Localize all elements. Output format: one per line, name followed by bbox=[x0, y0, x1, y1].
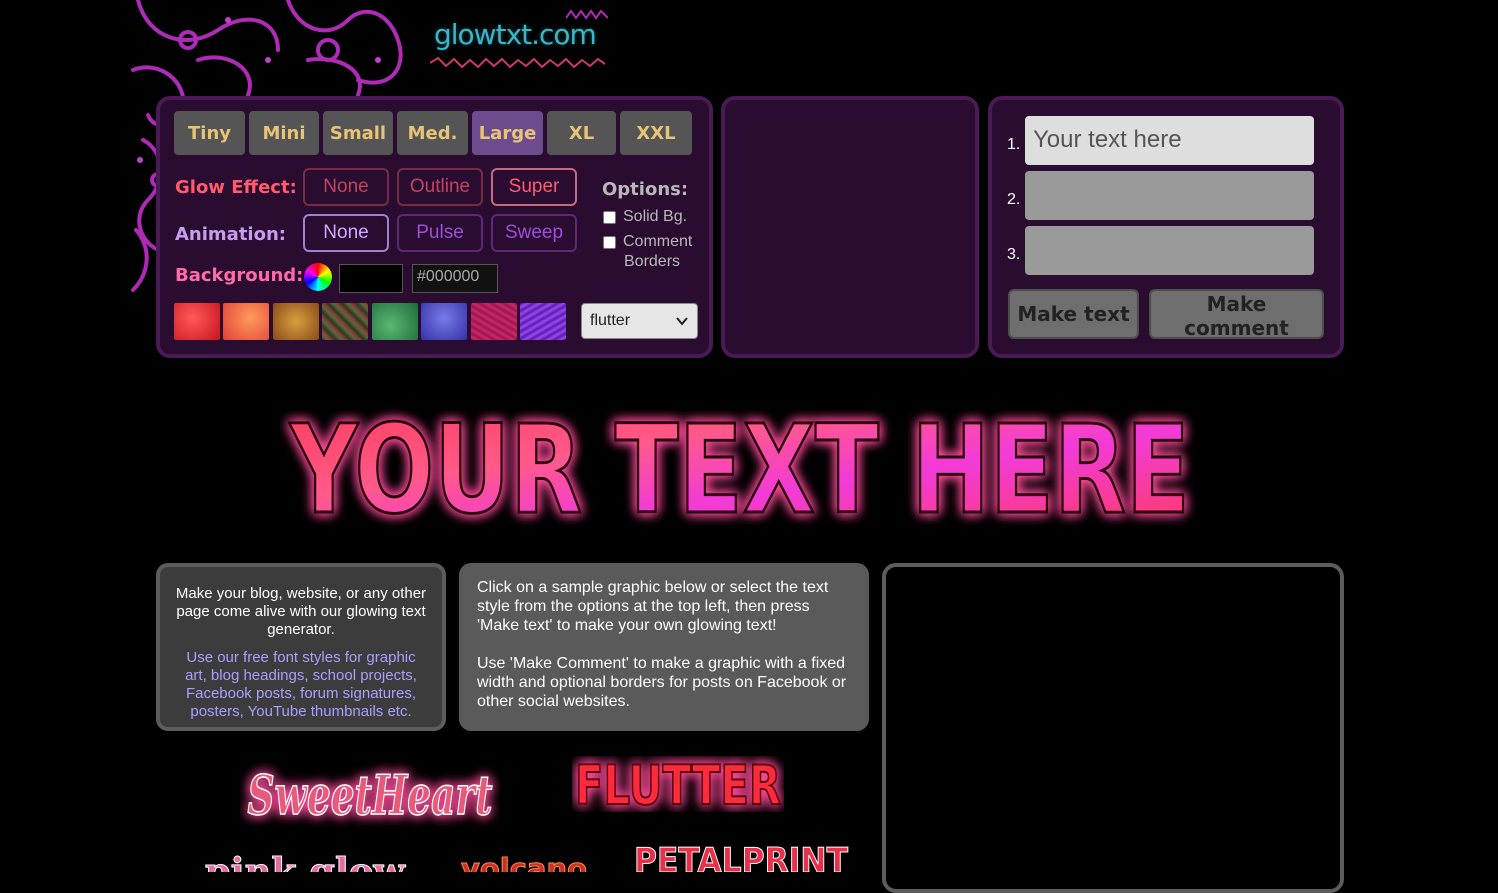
intro-text: Make your blog, website, or any other pa… bbox=[175, 585, 427, 638]
animation-none-button[interactable]: None bbox=[303, 214, 389, 252]
usage-text: Use our free font styles for graphic art… bbox=[185, 649, 417, 720]
sample-flutter[interactable]: FLUTTER bbox=[572, 756, 784, 812]
sample-sweetheart-text: SweetHeart bbox=[248, 763, 493, 827]
intro-box: Make your blog, website, or any other pa… bbox=[156, 563, 446, 731]
texture-swatch-camo[interactable] bbox=[322, 303, 368, 340]
solid-bg-checkbox[interactable] bbox=[603, 211, 616, 224]
solid-bg-label: Solid Bg. bbox=[623, 208, 688, 225]
comment-borders-checkbox[interactable] bbox=[603, 236, 616, 249]
text-line-1-input[interactable]: Your text here bbox=[1025, 116, 1314, 165]
glow-effect-label: Glow Effect: bbox=[175, 177, 297, 198]
sample-sweetheart[interactable]: SweetHeart bbox=[240, 750, 500, 832]
glowing-text-preview: YOUR TEXT HERE bbox=[287, 400, 1192, 530]
background-hex-input[interactable]: #000000 bbox=[412, 264, 498, 293]
preview-side-panel bbox=[721, 96, 979, 358]
size-xl-button[interactable]: XL bbox=[547, 111, 616, 155]
instructions-box: Click on a sample graphic below or selec… bbox=[459, 563, 869, 731]
line-number-1: 1. bbox=[1007, 136, 1021, 153]
sample-petalprint[interactable]: PETALPRINT bbox=[632, 838, 850, 873]
color-wheel-icon[interactable] bbox=[304, 263, 332, 291]
sample-volcano-text: volcano bbox=[461, 852, 587, 872]
texture-swatch-orange[interactable] bbox=[223, 303, 269, 340]
sample-petalprint-text: PETALPRINT bbox=[634, 841, 849, 872]
make-comment-button[interactable]: Make comment bbox=[1149, 289, 1324, 340]
animation-sweep-button[interactable]: Sweep bbox=[491, 214, 577, 252]
texture-swatch-purple[interactable] bbox=[520, 303, 566, 340]
make-text-button[interactable]: Make text bbox=[1008, 289, 1139, 339]
sample-volcano[interactable]: volcano bbox=[458, 850, 590, 873]
instructions-text-1: Click on a sample graphic below or selec… bbox=[477, 579, 829, 634]
texture-swatch-magenta[interactable] bbox=[471, 303, 517, 340]
chevron-down-icon bbox=[676, 317, 688, 326]
text-line-2-input[interactable] bbox=[1025, 171, 1314, 220]
animation-label: Animation: bbox=[175, 224, 286, 245]
texture-swatch-blue[interactable] bbox=[421, 303, 467, 340]
size-mini-button[interactable]: Mini bbox=[249, 111, 319, 155]
texture-swatch-red[interactable] bbox=[174, 303, 220, 340]
ad-box bbox=[882, 563, 1344, 893]
preview-text: YOUR TEXT HERE bbox=[288, 400, 1190, 530]
size-tiny-button[interactable]: Tiny bbox=[174, 111, 245, 155]
size-small-button[interactable]: Small bbox=[323, 111, 393, 155]
site-logo[interactable]: glowtxt.com bbox=[434, 18, 597, 51]
comment-borders-label-line2: Borders bbox=[624, 253, 681, 270]
line-number-3: 3. bbox=[1007, 246, 1021, 263]
sample-pinkglow-text: pink glow bbox=[205, 851, 406, 872]
font-style-select[interactable]: flutter bbox=[581, 303, 698, 339]
texture-swatch-green[interactable] bbox=[372, 303, 418, 340]
background-label: Background: bbox=[175, 265, 304, 286]
logo-wave-decoration bbox=[430, 56, 605, 69]
glow-super-button[interactable]: Super bbox=[491, 168, 577, 206]
texture-swatch-gold[interactable] bbox=[273, 303, 319, 340]
size-xxl-button[interactable]: XXL bbox=[620, 111, 692, 155]
comment-borders-label-line1: Comment bbox=[623, 233, 693, 250]
animation-pulse-button[interactable]: Pulse bbox=[397, 214, 483, 252]
size-med-button[interactable]: Med. bbox=[397, 111, 468, 155]
text-line-3-input[interactable] bbox=[1025, 226, 1314, 275]
options-title: Options: bbox=[602, 179, 689, 200]
logo-zigzag-decoration bbox=[566, 9, 608, 20]
background-color-swatch[interactable] bbox=[339, 264, 403, 293]
size-large-button[interactable]: Large bbox=[472, 111, 543, 155]
line-number-2: 2. bbox=[1007, 191, 1021, 208]
sample-pinkglow[interactable]: pink glow bbox=[200, 850, 410, 873]
instructions-text-2: Use 'Make Comment' to make a graphic wit… bbox=[477, 655, 847, 710]
sample-flutter-text: FLUTTER bbox=[575, 756, 781, 812]
glow-outline-button[interactable]: Outline bbox=[397, 168, 483, 206]
font-style-select-value: flutter bbox=[590, 312, 631, 329]
glow-none-button[interactable]: None bbox=[303, 168, 389, 206]
